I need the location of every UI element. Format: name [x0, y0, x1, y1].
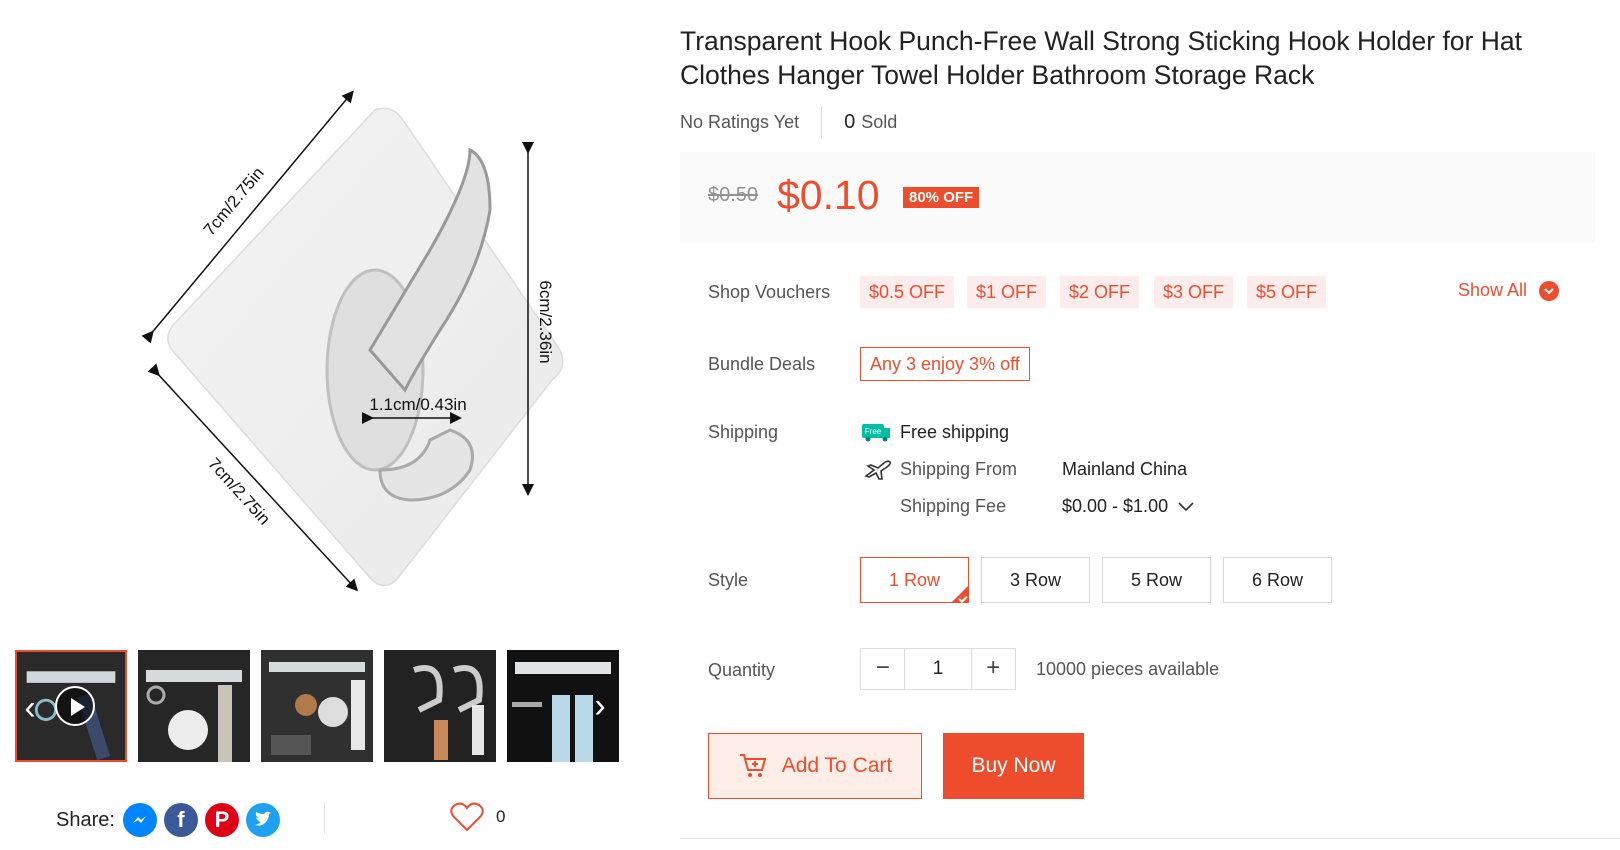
- shipping-fee-value: $0.00 - $1.00: [1062, 496, 1169, 516]
- add-to-cart-label: Add To Cart: [781, 754, 893, 777]
- section-divider: [680, 838, 1620, 839]
- airplane-icon: [864, 458, 892, 485]
- quantity-stepper: − 1 +: [860, 648, 1016, 690]
- dimension-right-label: 6cm/2.36in: [536, 280, 555, 363]
- sold-count: 0: [844, 110, 856, 133]
- thumbnail-2[interactable]: [138, 650, 250, 762]
- cart-icon: [739, 754, 767, 777]
- shipping-from-value: Mainland China: [1062, 459, 1188, 479]
- chevron-down-icon: [1539, 280, 1560, 301]
- voucher-item[interactable]: $5 OFF: [1247, 276, 1327, 308]
- vouchers-label: Shop Vouchers: [708, 282, 831, 302]
- style-option-5-row[interactable]: 5 Row: [1102, 557, 1211, 603]
- decrement-button[interactable]: −: [861, 649, 904, 689]
- add-to-cart-button[interactable]: Add To Cart: [708, 733, 922, 799]
- free-shipping-text: Free shipping: [900, 422, 1010, 442]
- voucher-item[interactable]: $0.5 OFF: [860, 276, 955, 308]
- style-option-1-row[interactable]: 1 Row: [860, 557, 969, 604]
- thumbnail-4[interactable]: [384, 650, 496, 762]
- bundle-deal-tag[interactable]: Any 3 enjoy 3% off: [860, 347, 1030, 381]
- thumbnail-3[interactable]: [261, 650, 373, 762]
- free-shipping-icon: Free: [860, 422, 892, 442]
- shipping-label: Shipping: [708, 422, 779, 442]
- show-all-vouchers-button[interactable]: Show All: [1458, 280, 1560, 301]
- quantity-input[interactable]: 1: [904, 649, 972, 689]
- dimension-hook-label: 1.1cm/0.43in: [369, 395, 466, 414]
- share-divider: [324, 802, 325, 834]
- twitter-icon[interactable]: [245, 803, 280, 837]
- heart-icon: [450, 802, 484, 832]
- thumbnail-strip: ‹ ›: [15, 650, 635, 764]
- main-product-image: 7cm/2.75in 7cm/2.75in 6cm/2.36in 1.1cm/0…: [20, 0, 640, 630]
- stock-available: 10000 pieces available: [1036, 659, 1220, 679]
- increment-button[interactable]: +: [972, 649, 1015, 689]
- quantity-label: Quantity: [708, 660, 776, 680]
- voucher-item[interactable]: $1 OFF: [967, 276, 1047, 308]
- messenger-icon[interactable]: [122, 803, 157, 837]
- shipping-fee-dropdown[interactable]: $0.00 - $1.00: [1062, 496, 1195, 517]
- chevron-right-icon[interactable]: ›: [585, 686, 615, 726]
- share-row: Share: f P: [56, 800, 287, 840]
- voucher-item[interactable]: $3 OFF: [1154, 276, 1234, 308]
- original-price: $0.50: [708, 184, 759, 206]
- style-option-label: 6 Row: [1251, 570, 1304, 590]
- dimension-bottom-label: 7cm/2.75in: [204, 454, 274, 529]
- pinterest-icon[interactable]: P: [204, 803, 239, 837]
- style-option-3-row[interactable]: 3 Row: [981, 557, 1090, 603]
- play-icon[interactable]: [55, 686, 95, 726]
- product-title: Transparent Hook Punch-Free Wall Strong …: [680, 26, 1522, 90]
- meta-divider: [821, 106, 823, 138]
- voucher-item[interactable]: $2 OFF: [1060, 276, 1140, 308]
- style-label: Style: [708, 570, 749, 590]
- like-count: 0: [496, 807, 506, 826]
- chevron-left-icon[interactable]: ‹: [17, 688, 45, 728]
- style-option-label: 5 Row: [1130, 570, 1183, 590]
- sold-label: Sold: [861, 111, 898, 132]
- style-option-6-row[interactable]: 6 Row: [1223, 557, 1332, 603]
- facebook-icon[interactable]: f: [163, 803, 198, 837]
- current-price: $0.10: [777, 172, 880, 218]
- thumbnail-video[interactable]: ‹: [15, 650, 127, 762]
- thumbnail-5[interactable]: ›: [507, 650, 619, 762]
- show-all-label: Show All: [1458, 280, 1528, 300]
- dimension-top-label: 7cm/2.75in: [200, 164, 268, 240]
- share-label: Share:: [56, 808, 115, 831]
- free-badge-text: Free: [865, 427, 882, 436]
- shipping-from-label: Shipping From: [900, 459, 1018, 479]
- style-option-label: 1 Row: [888, 570, 941, 590]
- bundle-label: Bundle Deals: [708, 354, 816, 374]
- price-box: $0.50 $0.10 80% OFF: [680, 152, 1595, 242]
- discount-badge: 80% OFF: [903, 187, 980, 208]
- shipping-fee-label: Shipping Fee: [900, 496, 1007, 516]
- buy-now-button[interactable]: Buy Now: [943, 733, 1084, 799]
- ratings-text: No Ratings Yet: [680, 111, 800, 132]
- rating-sold-row: No Ratings Yet 0 Sold: [680, 106, 897, 138]
- style-option-label: 3 Row: [1009, 570, 1062, 590]
- chevron-down-icon: [1178, 502, 1194, 512]
- like-button[interactable]: 0: [450, 802, 505, 832]
